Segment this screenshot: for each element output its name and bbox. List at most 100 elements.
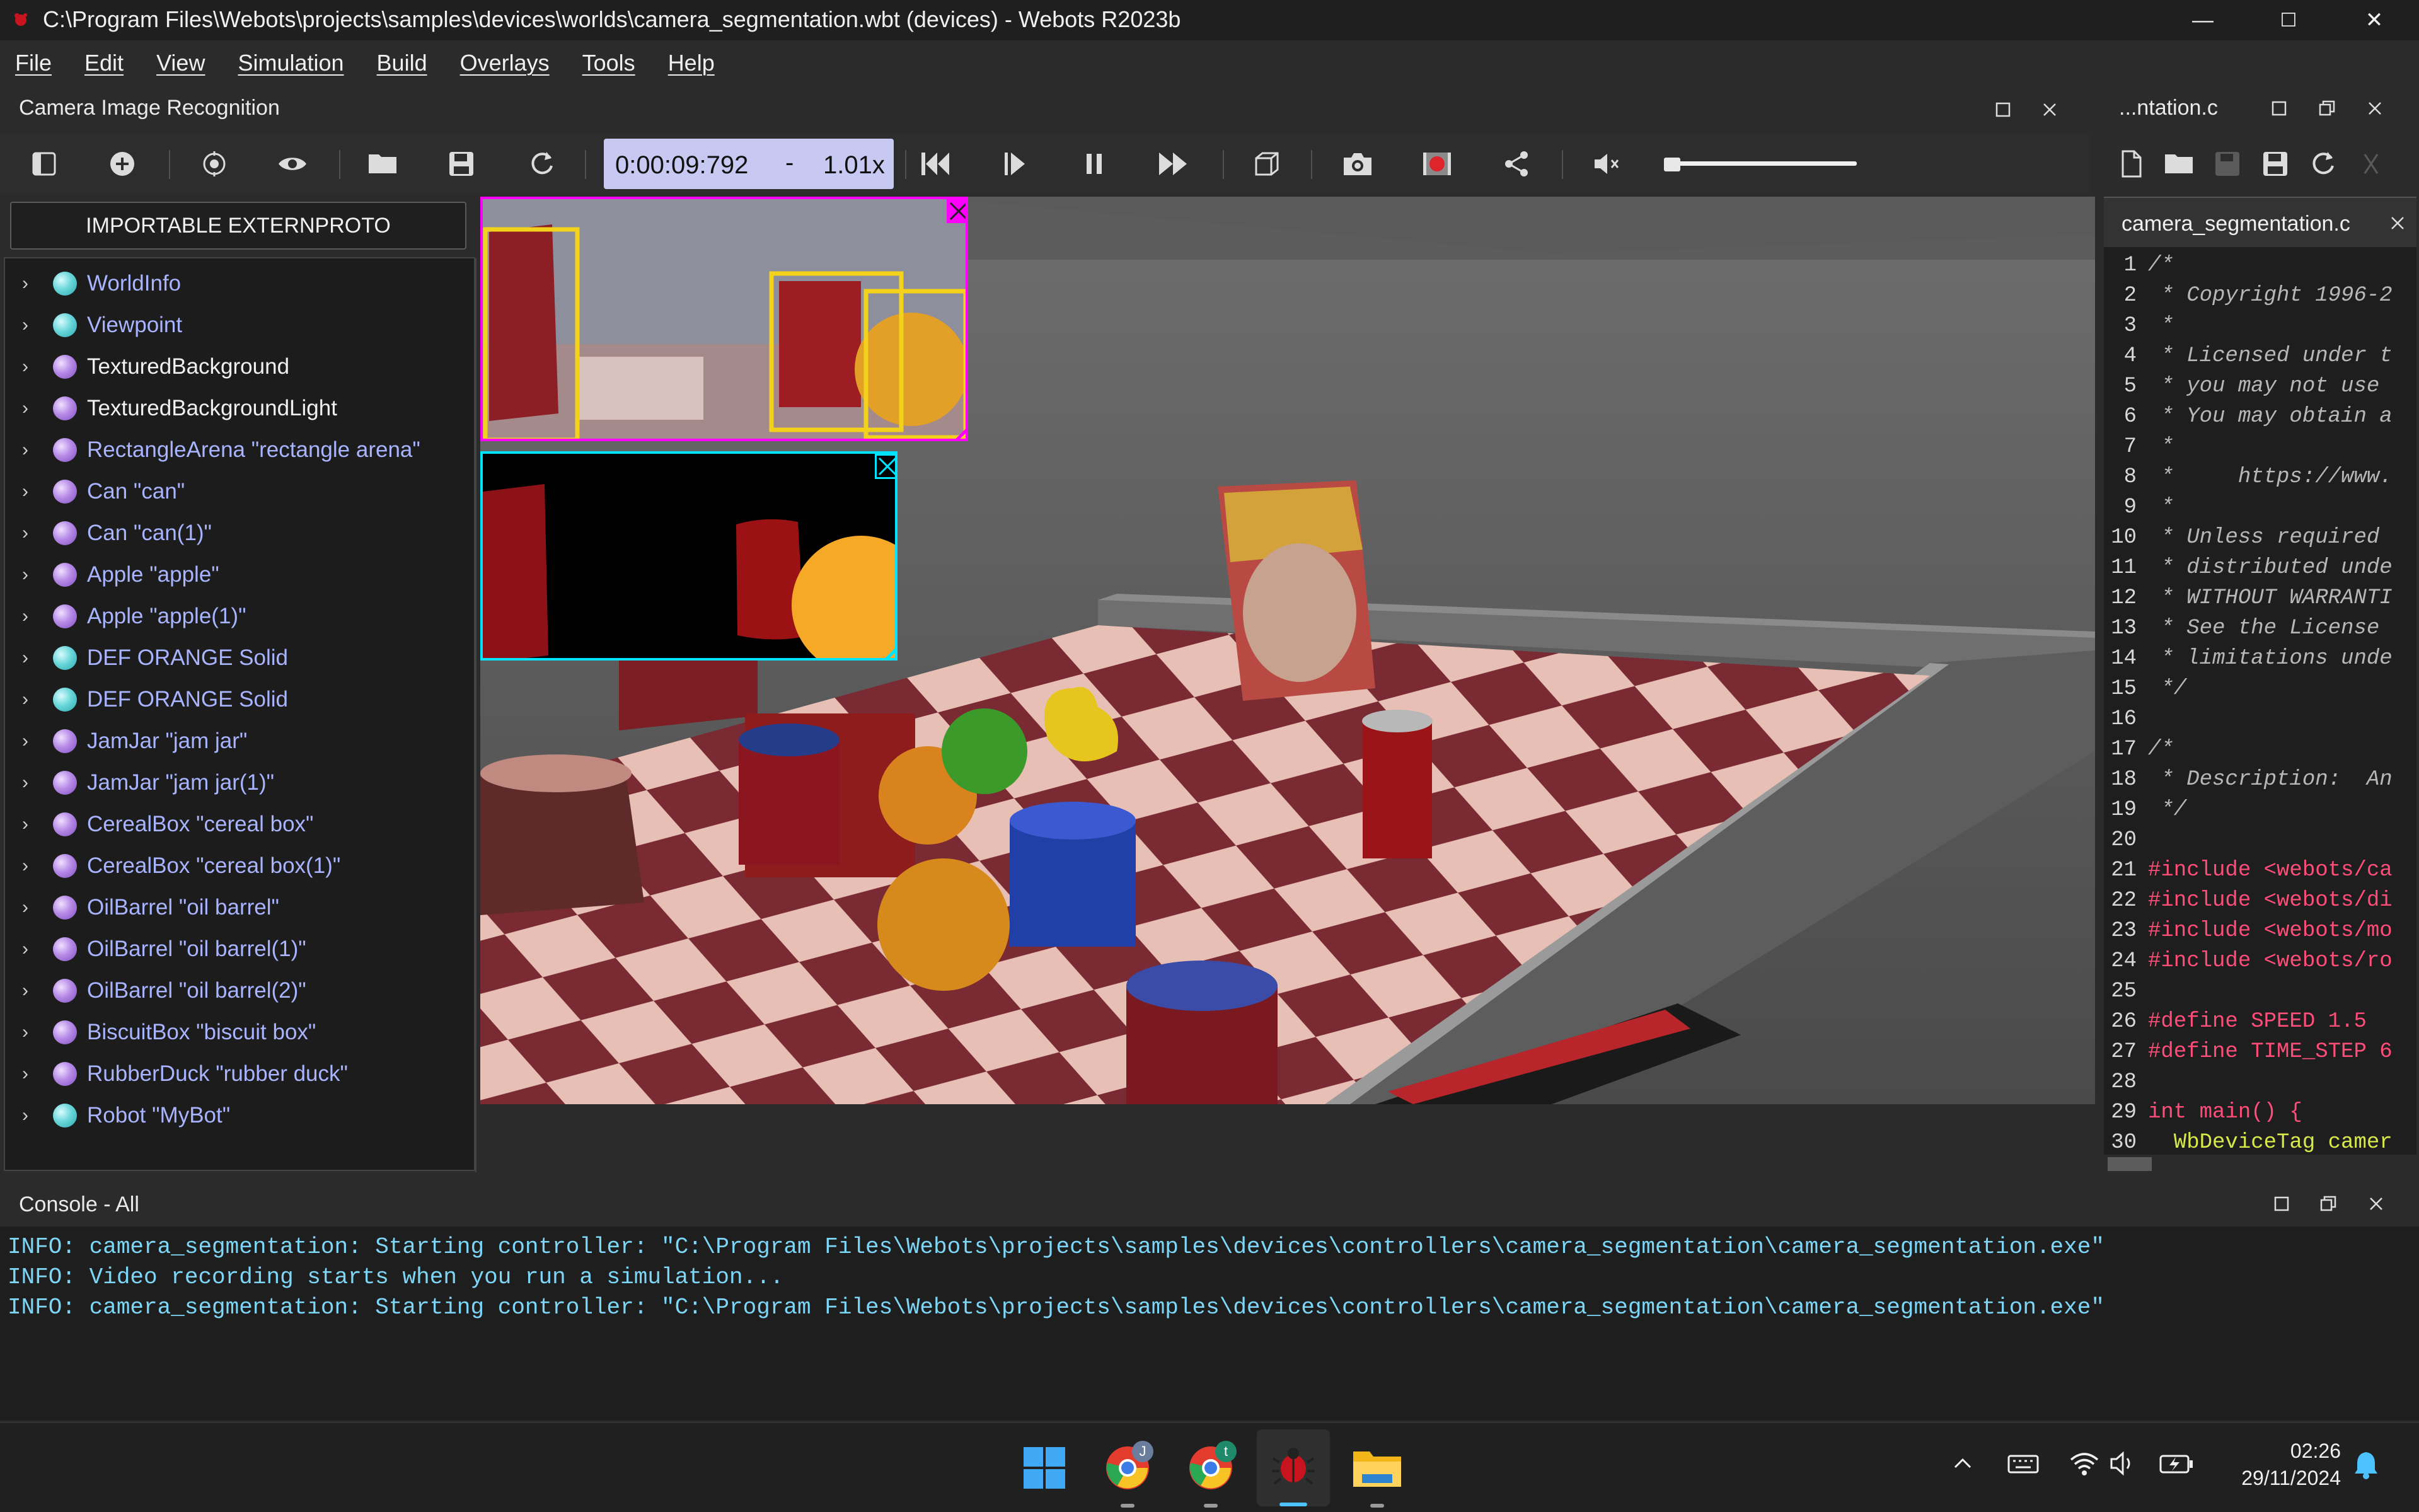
expand-chevron-icon[interactable]: ›: [13, 1105, 38, 1126]
keyboard-icon[interactable]: [2007, 1451, 2040, 1479]
scene-tree-item[interactable]: › RubberDuck "rubber duck": [5, 1055, 471, 1093]
scene-tree-item[interactable]: › JamJar "jam jar": [5, 722, 471, 760]
scene-tree-item[interactable]: › OilBarrel "oil barrel(1)": [5, 930, 471, 968]
tray-clock[interactable]: 02:26 29/11/2024: [2221, 1440, 2341, 1490]
close-tab-icon[interactable]: [2379, 204, 2416, 242]
menu-help[interactable]: Help: [653, 50, 732, 76]
rendering-mode-icon[interactable]: [1247, 144, 1287, 184]
undock-scene-icon[interactable]: [1984, 91, 2022, 129]
expand-chevron-icon[interactable]: ›: [13, 481, 38, 502]
show-hidden-icons-chevron-icon[interactable]: [1950, 1451, 1975, 1479]
expand-chevron-icon[interactable]: ›: [13, 730, 38, 752]
expand-chevron-icon[interactable]: ›: [13, 689, 38, 710]
share-icon[interactable]: [1496, 144, 1537, 184]
find-icon[interactable]: [2351, 144, 2391, 184]
segmentation-overlay[interactable]: [480, 451, 898, 661]
notification-bell-icon[interactable]: [2352, 1450, 2380, 1483]
scroll-thumb[interactable]: [2108, 1157, 2152, 1171]
menu-edit[interactable]: Edit: [69, 50, 141, 76]
menu-simulation[interactable]: Simulation: [222, 50, 361, 76]
close-editor-icon[interactable]: [2356, 89, 2394, 127]
expand-chevron-icon[interactable]: ›: [13, 315, 38, 336]
new-file-icon[interactable]: [2111, 144, 2152, 184]
scene-tree-item[interactable]: › Apple "apple": [5, 556, 471, 594]
add-node-icon[interactable]: [102, 144, 142, 184]
scene-tree-item[interactable]: › Apple "apple(1)": [5, 597, 471, 635]
fast-forward-icon[interactable]: [1153, 144, 1194, 184]
close-overlay-icon[interactable]: [947, 199, 966, 223]
expand-chevron-icon[interactable]: ›: [13, 439, 38, 461]
menu-build[interactable]: Build: [362, 50, 445, 76]
chrome-taskbar-button-1[interactable]: J: [1099, 1440, 1156, 1496]
scene-tree-item[interactable]: › DEF ORANGE Solid: [5, 681, 471, 718]
mute-icon[interactable]: [1587, 144, 1627, 184]
expand-chevron-icon[interactable]: ›: [13, 938, 38, 960]
close-segmentation-icon[interactable]: [875, 454, 895, 479]
pause-icon[interactable]: [1074, 144, 1114, 184]
webots-taskbar-button[interactable]: [1257, 1429, 1330, 1506]
open-file-icon[interactable]: [2159, 144, 2200, 184]
scene-tree-item[interactable]: › Robot "MyBot": [5, 1097, 471, 1134]
minimize-button[interactable]: —: [2174, 3, 2231, 38]
scene-tree-item[interactable]: › WorldInfo: [5, 265, 471, 303]
3d-view[interactable]: [480, 197, 2095, 1104]
expand-chevron-icon[interactable]: ›: [13, 522, 38, 544]
expand-chevron-icon[interactable]: ›: [13, 398, 38, 419]
editor-tab[interactable]: camera_segmentation.c: [2104, 197, 2416, 247]
file-explorer-taskbar-button[interactable]: [1349, 1440, 1406, 1496]
recognition-overlay[interactable]: [480, 197, 968, 441]
toggle-scene-tree-icon[interactable]: [24, 144, 64, 184]
console-output[interactable]: INFO: camera_segmentation: Starting cont…: [0, 1226, 2419, 1421]
follow-object-icon[interactable]: [194, 144, 234, 184]
scene-tree-item[interactable]: › Can "can": [5, 473, 471, 511]
importable-externproto-button[interactable]: IMPORTABLE EXTERNPROTO: [10, 202, 466, 250]
save-file-icon[interactable]: [2207, 144, 2248, 184]
expand-chevron-icon[interactable]: ›: [13, 273, 38, 294]
undock-console-icon[interactable]: [2263, 1185, 2301, 1223]
scene-tree-item[interactable]: › CerealBox "cereal box(1)": [5, 847, 471, 885]
close-scene-icon[interactable]: [2031, 91, 2069, 129]
view-options-icon[interactable]: [272, 144, 313, 184]
expand-chevron-icon[interactable]: ›: [13, 897, 38, 918]
code-editor[interactable]: 1/* 2 * Copyright 1996-2 3 * 4 * Licensed u…: [2104, 247, 2416, 1174]
reset-simulation-icon[interactable]: [915, 144, 955, 184]
scene-tree-item[interactable]: › OilBarrel "oil barrel(2)": [5, 972, 471, 1010]
expand-chevron-icon[interactable]: ›: [13, 564, 38, 586]
menu-overlays[interactable]: Overlays: [445, 50, 567, 76]
expand-chevron-icon[interactable]: ›: [13, 356, 38, 378]
float-console-icon[interactable]: [2309, 1185, 2347, 1223]
expand-chevron-icon[interactable]: ›: [13, 772, 38, 794]
expand-chevron-icon[interactable]: ›: [13, 1063, 38, 1085]
menu-file[interactable]: File: [0, 50, 69, 76]
close-console-icon[interactable]: [2357, 1185, 2395, 1223]
scene-tree-item[interactable]: › OilBarrel "oil barrel": [5, 889, 471, 926]
scene-tree-item[interactable]: › JamJar "jam jar(1)": [5, 764, 471, 802]
volume-slider[interactable]: [1664, 158, 1857, 171]
menu-tools[interactable]: Tools: [567, 50, 653, 76]
step-icon[interactable]: [995, 144, 1035, 184]
volume-icon[interactable]: [2109, 1450, 2138, 1480]
scene-tree-item[interactable]: › TexturedBackground: [5, 348, 471, 386]
screenshot-camera-icon[interactable]: [1337, 144, 1378, 184]
maximize-button[interactable]: ☐: [2260, 3, 2317, 38]
save-world-icon[interactable]: [441, 144, 482, 184]
volume-knob[interactable]: [1664, 158, 1680, 171]
expand-chevron-icon[interactable]: ›: [13, 980, 38, 1001]
expand-chevron-icon[interactable]: ›: [13, 814, 38, 835]
open-world-icon[interactable]: [363, 144, 403, 184]
expand-chevron-icon[interactable]: ›: [13, 647, 38, 669]
undock-editor-icon[interactable]: [2260, 89, 2298, 127]
float-editor-icon[interactable]: [2308, 89, 2346, 127]
wifi-icon[interactable]: [2069, 1450, 2100, 1480]
expand-chevron-icon[interactable]: ›: [13, 855, 38, 877]
reload-world-icon[interactable]: [522, 144, 562, 184]
expand-chevron-icon[interactable]: ›: [13, 1022, 38, 1043]
battery-charging-icon[interactable]: [2158, 1450, 2196, 1480]
editor-scrollbar[interactable]: [2104, 1155, 2416, 1174]
scene-tree-item[interactable]: › DEF ORANGE Solid: [5, 639, 471, 677]
scene-tree-item[interactable]: › Viewpoint: [5, 306, 471, 344]
scene-tree-item[interactable]: › BiscuitBox "biscuit box": [5, 1013, 471, 1051]
start-button[interactable]: [1016, 1440, 1073, 1496]
close-button[interactable]: ✕: [2346, 3, 2403, 38]
menu-view[interactable]: View: [141, 50, 222, 76]
